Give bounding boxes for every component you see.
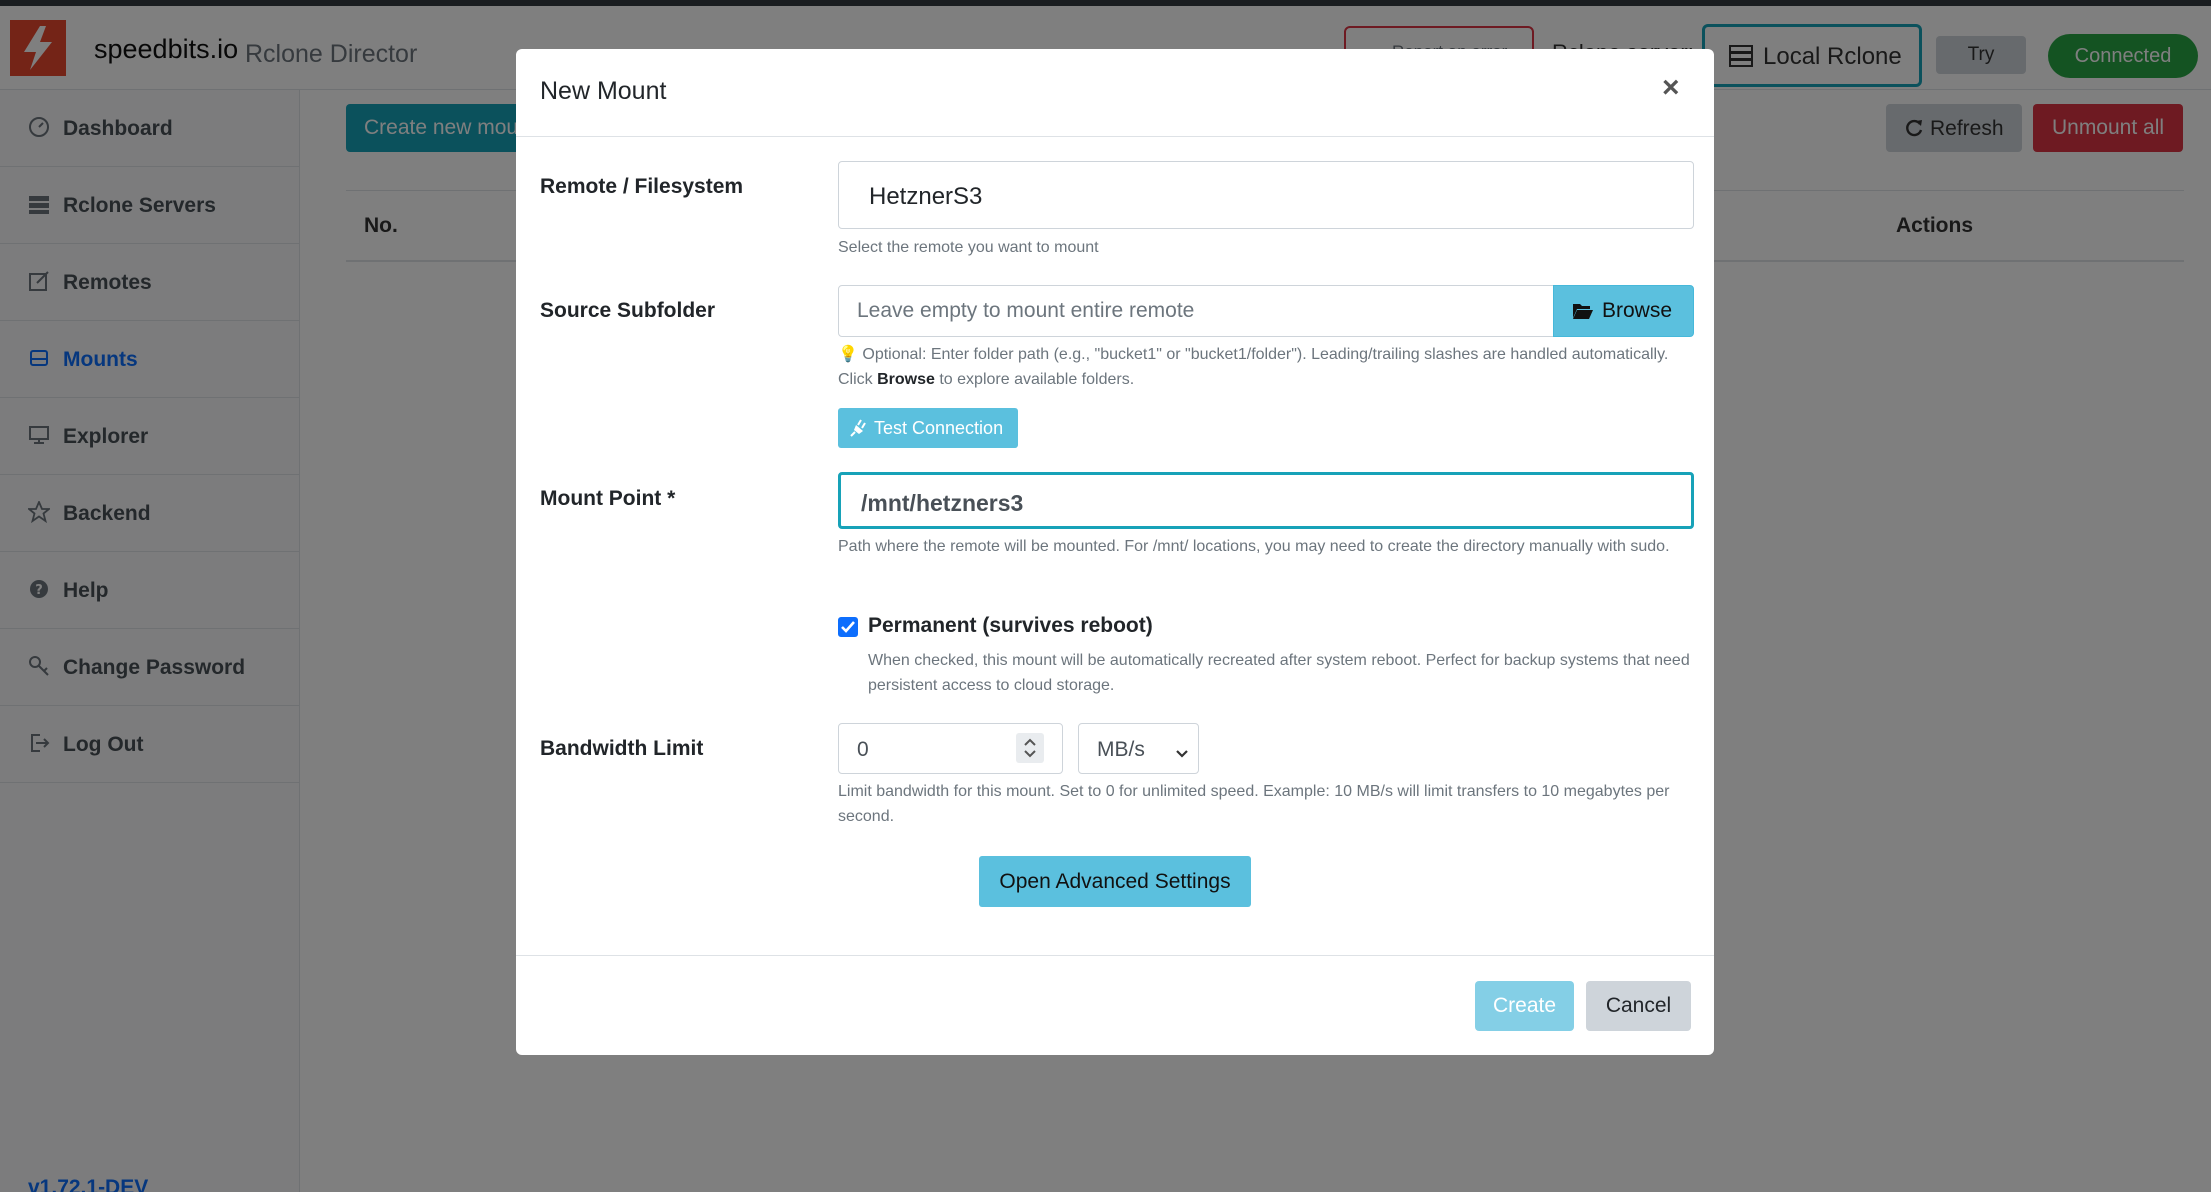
- close-icon[interactable]: ×: [1662, 71, 1680, 105]
- modal-footer-divider: [516, 955, 1714, 956]
- bandwidth-unit-value: MB/s: [1097, 738, 1145, 761]
- remote-label: Remote / Filesystem: [540, 175, 744, 198]
- subfolder-input[interactable]: Leave empty to mount entire remote: [838, 285, 1556, 337]
- modal-header: New Mount ×: [516, 49, 1714, 137]
- remote-help: Select the remote you want to mount: [838, 239, 1099, 256]
- test-connection-label: Test Connection: [874, 418, 1004, 438]
- lightbulb-icon: 💡: [838, 346, 858, 363]
- browse-button[interactable]: Browse: [1553, 285, 1694, 337]
- create-button[interactable]: Create: [1475, 981, 1574, 1031]
- remote-select[interactable]: HetznerS3: [838, 161, 1694, 229]
- subfolder-help-bold: Browse: [877, 371, 935, 388]
- mount-point-label: Mount Point *: [540, 487, 676, 510]
- bandwidth-help: Limit bandwidth for this mount. Set to 0…: [838, 783, 1670, 825]
- plug-icon: [850, 419, 868, 437]
- folder-open-icon: [1572, 302, 1594, 320]
- open-advanced-settings-button[interactable]: Open Advanced Settings: [979, 856, 1251, 907]
- cancel-button[interactable]: Cancel: [1586, 981, 1691, 1031]
- bandwidth-label: Bandwidth Limit: [540, 737, 704, 760]
- bandwidth-unit-select[interactable]: MB/s: [1078, 723, 1199, 774]
- modal-title: New Mount: [540, 77, 667, 105]
- new-mount-modal: New Mount × Remote / Filesystem HetznerS…: [516, 49, 1714, 1055]
- chevron-down-icon: [1174, 742, 1190, 758]
- subfolder-label: Source Subfolder: [540, 299, 716, 322]
- subfolder-help-suffix: to explore available folders.: [934, 371, 1135, 388]
- browse-label: Browse: [1602, 299, 1673, 322]
- number-spinner-icon[interactable]: [1016, 733, 1044, 763]
- permanent-help: When checked, this mount will be automat…: [868, 652, 1690, 694]
- mount-point-help: Path where the remote will be mounted. F…: [838, 538, 1670, 555]
- mount-point-input[interactable]: /mnt/hetzners3: [838, 472, 1694, 529]
- test-connection-button[interactable]: Test Connection: [838, 408, 1018, 448]
- subfolder-help: 💡 Optional: Enter folder path (e.g., "bu…: [838, 342, 1694, 392]
- permanent-checkbox[interactable]: [838, 617, 858, 637]
- permanent-label[interactable]: Permanent (survives reboot): [868, 614, 1153, 638]
